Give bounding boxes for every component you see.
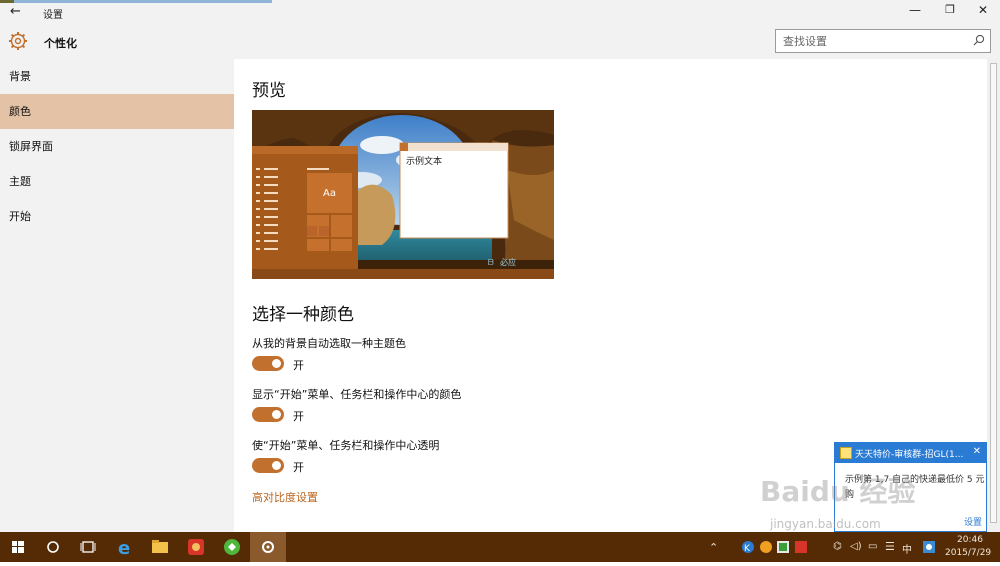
taskbar: e ⌃ K ⌬ ◁) ▭ ☰ 中 20:46 2015/7/29 [0,532,1000,562]
sidebar-item-background[interactable]: 背景 [0,59,234,94]
high-contrast-link[interactable]: 高对比度设置 [252,489,318,505]
preview-tile-text: Aa [323,188,336,199]
browser-tab-strip [0,0,272,3]
sidebar-item-start[interactable]: 开始 [0,199,234,234]
preview-heading: 预览 [252,81,286,101]
search-box[interactable] [775,29,991,53]
task-view-button[interactable] [70,532,106,562]
maximize-button[interactable]: ❐ [940,3,960,21]
toggle-knob [272,359,281,368]
toggle-knob [272,410,281,419]
taskbar-settings[interactable] [250,532,286,562]
show-color-toggle[interactable] [252,407,284,422]
notification-title: 天天特价-审核群-招GL(1... [855,450,964,460]
ime-indicator[interactable]: 中 [902,541,912,556]
option-auto-color-label: 从我的背景自动选取一种主题色 [252,337,406,350]
tray-app-icon-5[interactable] [922,540,936,554]
page-header: 个性化 [0,24,1000,59]
cortana-circle-icon [47,541,59,553]
show-color-state: 开 [293,410,304,423]
title-bar: ← 设置 — ❐ ✕ [0,0,1000,24]
taskbar-edge[interactable]: e [107,532,143,562]
tray-app-icon-3[interactable] [776,540,790,554]
sidebar-item-lock-screen[interactable]: 锁屏界面 [0,129,234,164]
folder-icon [152,540,168,553]
green-app-icon [224,539,240,555]
action-center-icon[interactable]: ☰ [885,540,895,553]
windows-logo-icon [12,541,24,553]
sidebar-item-themes[interactable]: 主题 [0,164,234,199]
tray-show-hidden-icon[interactable]: ⌃ [709,541,718,554]
auto-color-toggle[interactable] [252,356,284,371]
auto-color-state: 开 [293,359,304,372]
gear-icon [9,32,27,50]
search-input[interactable] [776,30,961,53]
scrollbar-thumb[interactable] [990,63,997,523]
search-icon[interactable] [973,34,985,46]
tray-app-icon-1[interactable]: K [741,540,755,554]
tab-thumbnail [0,0,14,3]
sidebar-item-colors[interactable]: 颜色 [0,94,234,129]
transparent-toggle[interactable] [252,458,284,473]
sidebar: 背景 颜色 锁屏界面 主题 开始 [0,59,234,532]
window-title: 设置 [43,10,63,21]
scrollbar[interactable] [987,59,1000,532]
preview-scene: ᗷ [252,110,554,279]
page-title: 个性化 [44,37,77,50]
edge-icon: e [118,538,130,559]
settings-gear-icon [262,541,274,553]
notification-settings-link[interactable]: 设置 [964,515,982,528]
start-button[interactable] [0,532,36,562]
taskbar-explorer[interactable] [142,532,178,562]
tray-app-icon-2[interactable] [759,540,773,554]
svg-text:ᗷ: ᗷ [488,258,494,267]
close-button[interactable]: ✕ [973,3,993,21]
network-icon[interactable]: ⌬ [833,541,842,552]
volume-icon[interactable]: ◁) [850,541,862,552]
baidu-watermark: Baidu 经验 [760,475,916,508]
back-arrow-icon[interactable]: ← [10,4,21,19]
option-transparent-label: 使“开始”菜单、任务栏和操作中心透明 [252,439,440,452]
clock-date[interactable]: 2015/7/29 [945,548,991,558]
task-view-icon [80,541,96,553]
notification-close-button[interactable]: ✕ [973,446,981,457]
svg-text:e: e [118,538,130,559]
taskbar-app-red[interactable] [178,532,214,562]
transparent-state: 开 [293,461,304,474]
preview-bing-watermark: 必应 [500,258,516,267]
clock-time[interactable]: 20:46 [957,535,983,545]
baidu-watermark-url: jingyan.baidu.com [770,517,881,531]
option-show-color-label: 显示“开始”菜单、任务栏和操作中心的颜色 [252,388,462,401]
color-heading: 选择一种颜色 [252,305,354,325]
toggle-knob [272,461,281,470]
cortana-button[interactable] [35,532,71,562]
notification-app-icon [840,447,852,459]
tray-app-icon-4[interactable] [794,540,808,554]
red-app-icon [188,539,204,555]
preview-image: ᗷ 示例文本 Aa 必应 [252,110,554,279]
preview-sample-text: 示例文本 [406,157,443,167]
notification-header: 天天特价-审核群-招GL(1... ✕ [835,443,986,463]
minimize-button[interactable]: — [905,3,925,21]
taskbar-app-green[interactable] [214,532,250,562]
battery-icon[interactable]: ▭ [868,541,877,552]
